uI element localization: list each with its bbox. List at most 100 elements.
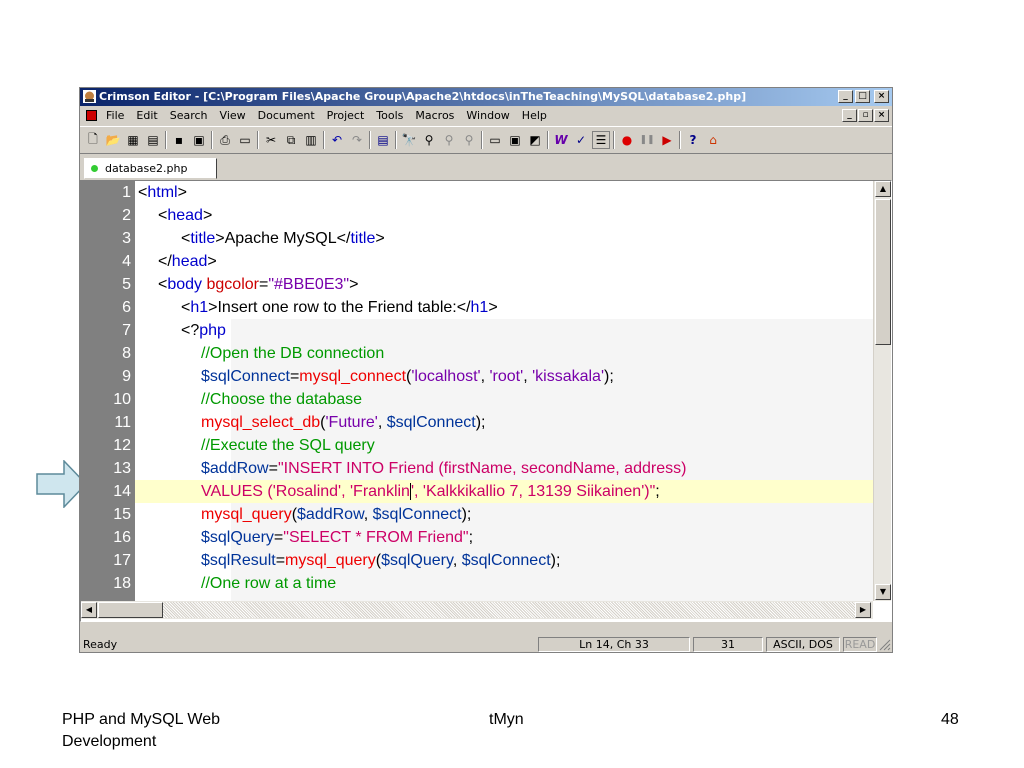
status-mode: READ [843, 637, 877, 652]
replace-icon[interactable]: ⚲ [440, 131, 458, 149]
spell-check-icon[interactable]: ✓ [572, 131, 590, 149]
line-number: 13 [113, 460, 131, 477]
crimson-editor-window: Crimson Editor - [C:\Program Files\Apach… [79, 87, 893, 653]
line-code: <head> [158, 207, 213, 224]
close-button[interactable]: × [874, 90, 889, 103]
line-number: 8 [122, 345, 131, 362]
menu-project[interactable]: Project [321, 107, 371, 125]
line-number: 10 [113, 391, 131, 408]
horizontal-scrollbar[interactable]: ◀ ▶ [81, 601, 873, 619]
horizontal-scroll-thumb[interactable] [98, 602, 163, 618]
footer-course-line2: Development [62, 733, 157, 750]
column-mode-icon[interactable]: ▤ [374, 131, 392, 149]
scroll-left-icon[interactable]: ◀ [81, 602, 97, 618]
line-number: 18 [113, 575, 131, 592]
save-all-icon[interactable]: ▣ [190, 131, 208, 149]
line-code: VALUES ('Rosalind', 'Franklin', 'Kalkkik… [201, 483, 660, 500]
menu-document[interactable]: Document [252, 107, 321, 125]
line-code: mysql_select_db('Future', $sqlConnect); [201, 414, 486, 431]
menu-search[interactable]: Search [164, 107, 214, 125]
line-number: 11 [114, 414, 131, 431]
line-number: 1 [122, 184, 131, 201]
menu-tools[interactable]: Tools [370, 107, 409, 125]
line-code: //One row at a time [201, 575, 337, 592]
doc-minimize-button[interactable]: _ [842, 109, 857, 122]
status-ready: Ready [83, 638, 118, 651]
code-line-current: 14 VALUES ('Rosalind', 'Franklin', 'Kalk… [81, 480, 873, 503]
code-line: 9 $sqlConnect=mysql_connect('localhost',… [81, 365, 873, 388]
directory-tree-icon[interactable]: ▣ [506, 131, 524, 149]
tab-database2-php[interactable]: database2.php [84, 158, 217, 179]
title-bar[interactable]: Crimson Editor - [C:\Program Files\Apach… [80, 88, 892, 106]
status-position: Ln 14, Ch 33 [538, 637, 690, 652]
scroll-right-icon[interactable]: ▶ [855, 602, 871, 618]
code-editor[interactable]: 1 <html> 2 <head> 3 <title>Apache MySQL<… [80, 180, 892, 622]
crimson-editor-app-icon[interactable] [83, 90, 96, 103]
code-line: 5 <body bgcolor="#BBE0E3"> [81, 273, 873, 296]
line-number: 5 [122, 276, 131, 293]
line-code: //Open the DB connection [201, 345, 385, 362]
file-status-icon [91, 165, 98, 172]
line-number: 3 [122, 230, 131, 247]
undo-icon[interactable]: ↶ [328, 131, 346, 149]
scroll-up-icon[interactable]: ▲ [875, 181, 891, 197]
save-icon[interactable]: ▪ [170, 131, 188, 149]
command-icon[interactable]: ◩ [526, 131, 544, 149]
vertical-scrollbar[interactable]: ▲ ▼ [873, 181, 891, 601]
code-line: 7 <?php [81, 319, 873, 342]
pause-macro-icon[interactable]: ❚❚ [638, 131, 656, 149]
scroll-down-icon[interactable]: ▼ [875, 584, 891, 600]
code-line: 17 $sqlResult=mysql_query($sqlQuery, $sq… [81, 549, 873, 572]
find-icon[interactable]: 🔭 [400, 131, 418, 149]
menu-window[interactable]: Window [460, 107, 515, 125]
line-numbers-icon[interactable]: ☰ [592, 131, 610, 149]
menu-help[interactable]: Help [516, 107, 553, 125]
print-icon[interactable]: ⎙ [216, 131, 234, 149]
open-folder-icon[interactable]: 📂 [104, 131, 122, 149]
find-next-icon[interactable]: ⚲ [420, 131, 438, 149]
play-macro-icon[interactable]: ▶ [658, 131, 676, 149]
cut-icon[interactable]: ✂ [262, 131, 280, 149]
redo-icon[interactable]: ↷ [348, 131, 366, 149]
line-code: <h1>Insert one row to the Friend table:<… [181, 299, 498, 316]
line-number: 9 [122, 368, 131, 385]
menu-edit[interactable]: Edit [130, 107, 163, 125]
toggle-output-icon[interactable]: ▭ [486, 131, 504, 149]
menu-view[interactable]: View [214, 107, 252, 125]
status-bar: Ready Ln 14, Ch 33 31 ASCII, DOS READ [80, 636, 892, 653]
code-line: 3 <title>Apache MySQL</title> [81, 227, 873, 250]
scroll-track [163, 602, 855, 618]
minimize-button[interactable]: _ [838, 90, 853, 103]
doc-restore-button[interactable]: ▫ [858, 109, 873, 122]
open-project-icon[interactable]: ▦ [124, 131, 142, 149]
line-code: <title>Apache MySQL</title> [181, 230, 385, 247]
maximize-button[interactable]: □ [855, 90, 870, 103]
goto-icon[interactable]: ⚲ [460, 131, 478, 149]
home-icon[interactable]: ⌂ [704, 131, 722, 149]
paste-icon[interactable]: ▥ [302, 131, 320, 149]
menu-file[interactable]: File [100, 107, 130, 125]
line-number: 6 [122, 299, 131, 316]
help-icon[interactable]: ? [684, 131, 702, 149]
resize-grip-icon[interactable] [879, 639, 891, 651]
word-wrap-icon[interactable]: W [552, 131, 570, 149]
line-number: 2 [122, 207, 131, 224]
vertical-scroll-thumb[interactable] [875, 199, 891, 345]
footer-author: tMyn [489, 711, 524, 728]
document-tabs: database2.php [80, 155, 892, 179]
line-number: 12 [113, 437, 131, 454]
menu-macros[interactable]: Macros [409, 107, 460, 125]
code-line: 2 <head> [81, 204, 873, 227]
document-icon[interactable] [86, 110, 97, 121]
code-line: 1 <html> [81, 181, 873, 204]
new-file-icon[interactable]: 🗋 [84, 131, 102, 149]
print-preview-icon[interactable]: ▭ [236, 131, 254, 149]
doc-close-button[interactable]: × [874, 109, 889, 122]
line-number: 7 [122, 322, 131, 339]
status-column: 31 [693, 637, 763, 652]
record-macro-icon[interactable]: ● [618, 131, 636, 149]
copy-icon[interactable]: ⧉ [282, 131, 300, 149]
page-number: 48 [941, 711, 959, 728]
line-code: //Choose the database [201, 391, 363, 408]
open-remote-icon[interactable]: ▤ [144, 131, 162, 149]
